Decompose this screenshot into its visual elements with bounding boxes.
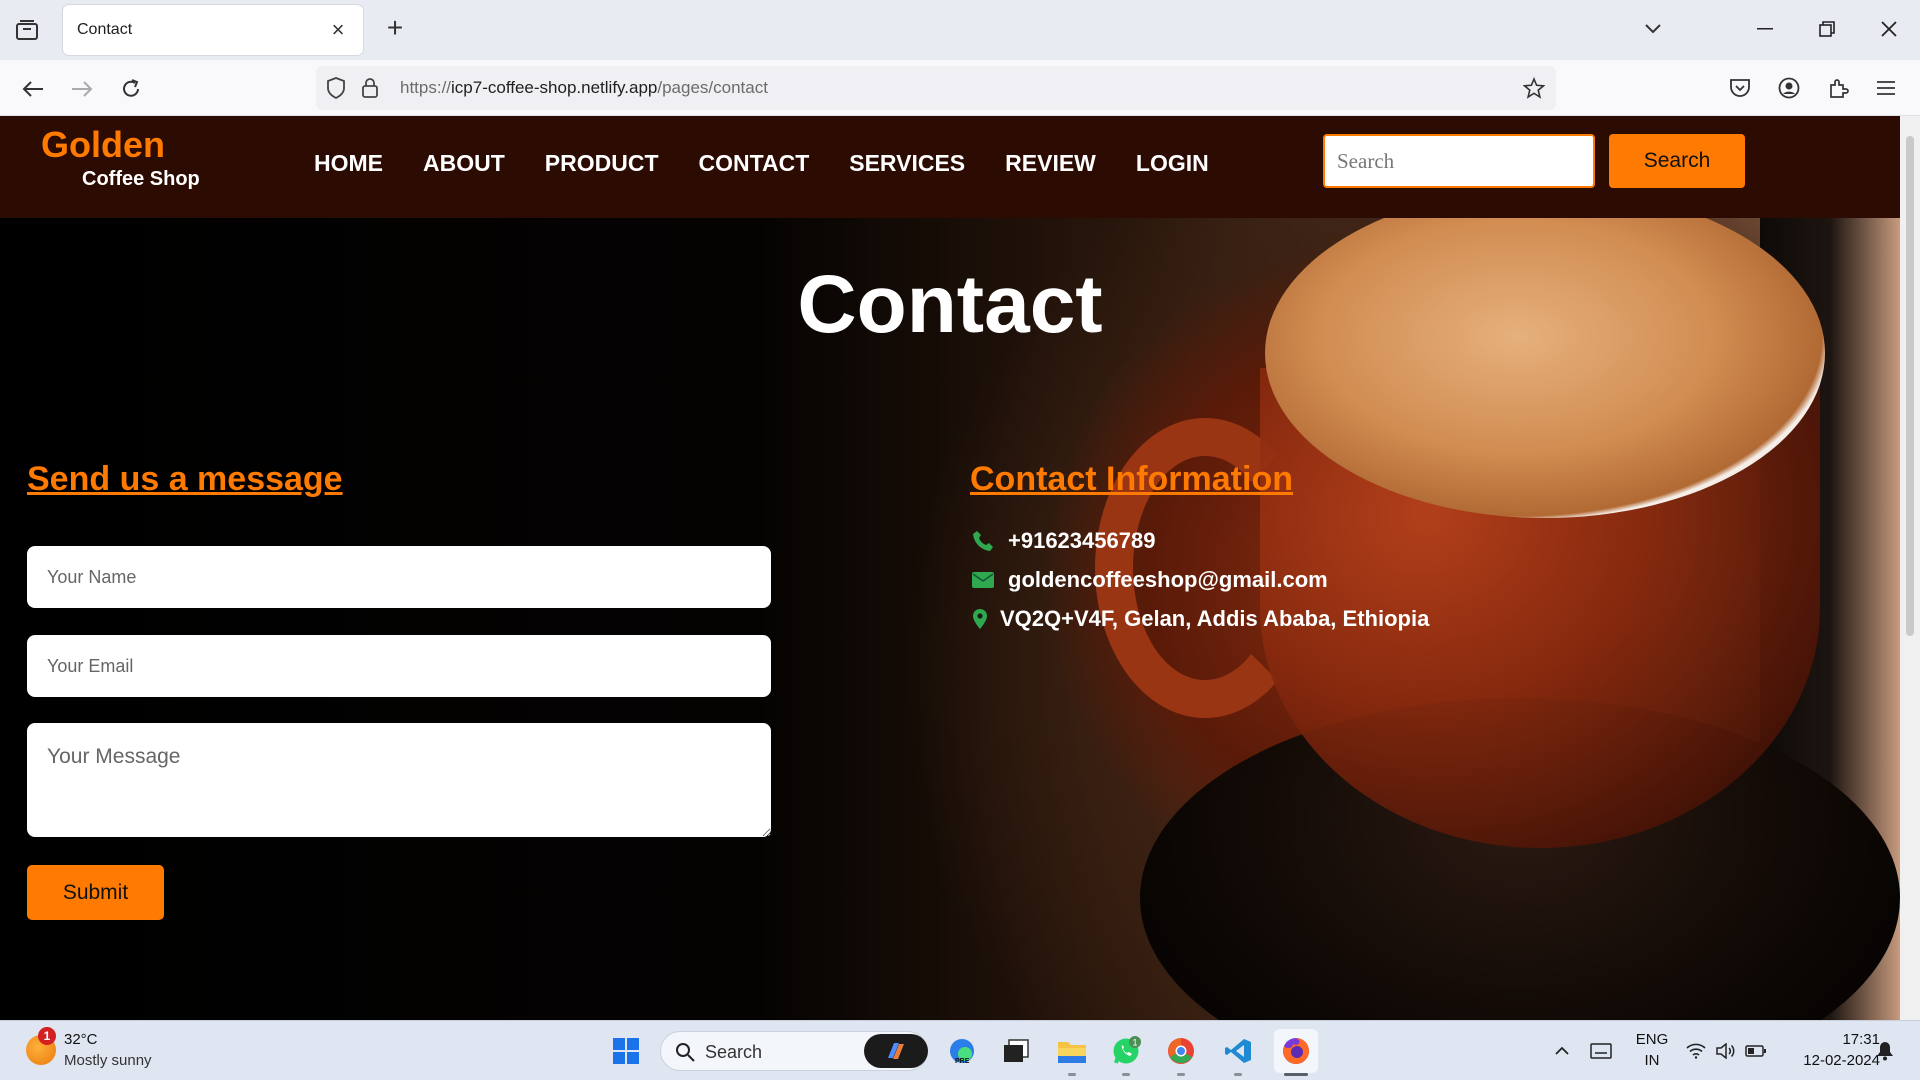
email-text: goldencoffeeshop@gmail.com bbox=[1008, 567, 1328, 592]
account-icon[interactable] bbox=[1774, 73, 1804, 103]
weather-badge: 1 bbox=[38, 1027, 56, 1045]
nav-about[interactable]: ABOUT bbox=[423, 150, 505, 177]
nav-services[interactable]: SERVICES bbox=[849, 150, 965, 177]
bookmark-star-icon[interactable] bbox=[1522, 76, 1546, 100]
language-top[interactable]: ENG bbox=[1632, 1031, 1672, 1048]
minimize-icon[interactable] bbox=[1742, 12, 1788, 46]
extensions-icon[interactable] bbox=[1823, 73, 1853, 103]
phone-text: +91623456789 bbox=[1008, 528, 1156, 553]
notification-bell-icon[interactable] bbox=[1868, 1033, 1902, 1069]
chrome-icon[interactable] bbox=[1163, 1033, 1199, 1069]
info-email: goldencoffeeshop@gmail.com bbox=[970, 567, 1328, 593]
pocket-icon[interactable] bbox=[1725, 73, 1755, 103]
firefox-icon[interactable] bbox=[1274, 1029, 1318, 1073]
browser-tab-bar: Contact × + bbox=[0, 0, 1920, 60]
map-pin-icon bbox=[970, 606, 990, 632]
nav-login[interactable]: LOGIN bbox=[1136, 150, 1209, 177]
weather-desc[interactable]: Mostly sunny bbox=[64, 1052, 152, 1069]
url-domain: icp7-coffee-shop.netlify.app bbox=[451, 78, 658, 97]
shield-icon[interactable] bbox=[324, 76, 348, 100]
menu-hamburger-icon[interactable] bbox=[1871, 73, 1901, 103]
edge-pre-icon[interactable]: PRE bbox=[944, 1033, 980, 1069]
scroll-thumb[interactable] bbox=[1906, 136, 1914, 636]
windows-taskbar: 1 32°C Mostly sunny Search PRE 1 ENG IN bbox=[0, 1020, 1920, 1080]
explorer-running-indicator bbox=[1068, 1073, 1076, 1076]
logo-coffee-shop[interactable]: Coffee Shop bbox=[82, 168, 200, 191]
url-text: https://icp7-coffee-shop.netlify.app/pag… bbox=[400, 78, 768, 98]
browser-toolbar: https://icp7-coffee-shop.netlify.app/pag… bbox=[0, 60, 1920, 116]
tab-title: Contact bbox=[77, 21, 133, 38]
phone-icon bbox=[970, 528, 996, 554]
url-bar[interactable]: https://icp7-coffee-shop.netlify.app/pag… bbox=[316, 66, 1556, 110]
page-viewport: Golden Coffee Shop HOME ABOUT PRODUCT CO… bbox=[0, 116, 1900, 1020]
page-title: Contact bbox=[797, 259, 1103, 350]
copilot-icon[interactable] bbox=[864, 1034, 928, 1068]
whatsapp-badge: 1 bbox=[1133, 1038, 1138, 1048]
info-address: VQ2Q+V4F, Gelan, Addis Ababa, Ethiopia bbox=[970, 606, 1429, 632]
vscode-icon[interactable] bbox=[1220, 1033, 1256, 1069]
search-icon bbox=[676, 1043, 695, 1062]
address-text: VQ2Q+V4F, Gelan, Addis Ababa, Ethiopia bbox=[1000, 606, 1430, 631]
name-field[interactable] bbox=[27, 546, 771, 608]
forward-arrow-icon[interactable] bbox=[65, 72, 99, 106]
svg-text:PRE: PRE bbox=[955, 1058, 970, 1065]
whatsapp-icon[interactable]: 1 bbox=[1108, 1033, 1144, 1069]
touch-keyboard-icon[interactable] bbox=[1583, 1033, 1619, 1069]
tray-chevron-up-icon[interactable] bbox=[1544, 1033, 1580, 1069]
firefox-running-indicator bbox=[1284, 1073, 1308, 1076]
nav-review[interactable]: REVIEW bbox=[1005, 150, 1096, 177]
chrome-running-indicator bbox=[1177, 1073, 1185, 1076]
task-view-icon[interactable] bbox=[998, 1033, 1034, 1069]
email-field[interactable] bbox=[27, 635, 771, 697]
file-explorer-icon[interactable] bbox=[1054, 1033, 1090, 1069]
site-search-button[interactable]: Search bbox=[1609, 134, 1745, 188]
tab-overflow-chevron-icon[interactable] bbox=[1630, 12, 1676, 46]
logo-golden[interactable]: Golden bbox=[41, 124, 165, 166]
new-tab-button[interactable]: + bbox=[380, 14, 410, 44]
nav-contact[interactable]: CONTACT bbox=[699, 150, 810, 177]
battery-icon[interactable] bbox=[1738, 1033, 1774, 1069]
site-header: Golden Coffee Shop HOME ABOUT PRODUCT CO… bbox=[0, 116, 1900, 218]
restore-icon[interactable] bbox=[1804, 12, 1850, 46]
form-heading: Send us a message bbox=[27, 460, 343, 498]
back-arrow-icon[interactable] bbox=[16, 72, 50, 106]
tab-contact[interactable]: Contact × bbox=[63, 5, 363, 55]
info-phone: +91623456789 bbox=[970, 528, 1155, 554]
nav-product[interactable]: PRODUCT bbox=[545, 150, 659, 177]
taskbar-search-label: Search bbox=[705, 1042, 763, 1062]
clock-date[interactable]: 12-02-2024 bbox=[1780, 1052, 1880, 1069]
lock-icon[interactable] bbox=[358, 76, 382, 100]
message-field[interactable] bbox=[27, 723, 771, 837]
main-nav: HOME ABOUT PRODUCT CONTACT SERVICES REVI… bbox=[314, 150, 1249, 177]
close-tab-icon[interactable]: × bbox=[327, 19, 349, 41]
language-bottom[interactable]: IN bbox=[1632, 1052, 1672, 1069]
info-heading: Contact Information bbox=[970, 460, 1293, 498]
site-search-input[interactable] bbox=[1323, 134, 1595, 188]
envelope-icon bbox=[970, 567, 996, 593]
url-path: /pages/contact bbox=[657, 78, 768, 97]
weather-temp[interactable]: 32°C bbox=[64, 1031, 98, 1048]
nav-home[interactable]: HOME bbox=[314, 150, 383, 177]
reload-icon[interactable] bbox=[114, 72, 148, 106]
contact-hero: Contact Send us a message Submit Contact… bbox=[0, 218, 1900, 1020]
vscode-running-indicator bbox=[1234, 1073, 1242, 1076]
tab-list-icon[interactable] bbox=[12, 16, 42, 44]
submit-button[interactable]: Submit bbox=[27, 865, 164, 920]
close-window-icon[interactable] bbox=[1866, 12, 1912, 46]
whatsapp-running-indicator bbox=[1122, 1073, 1130, 1076]
windows-start-icon[interactable] bbox=[608, 1033, 644, 1069]
url-prefix: https:// bbox=[400, 78, 452, 97]
page-scrollbar[interactable] bbox=[1900, 116, 1920, 1020]
